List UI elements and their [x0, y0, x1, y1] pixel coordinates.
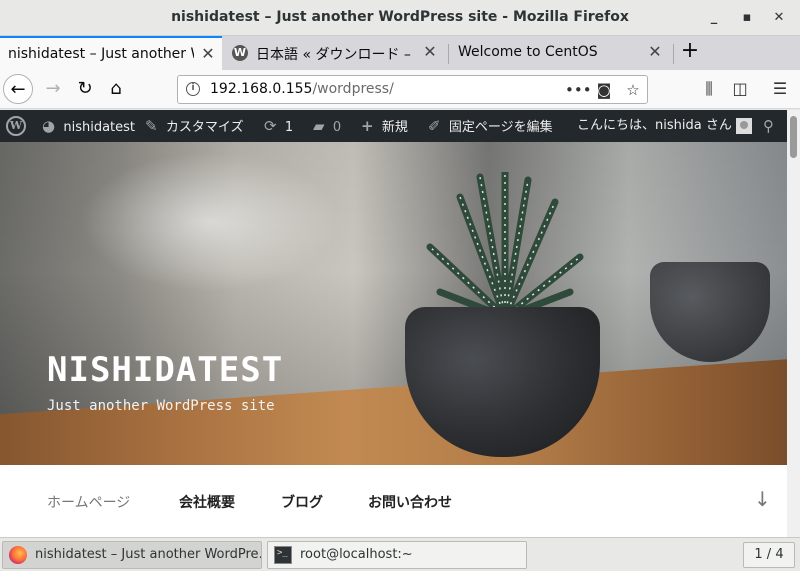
library-icon[interactable]: ⫼: [698, 78, 720, 100]
dashboard-icon: ◕: [42, 117, 56, 135]
url-host: 192.168.0.155: [210, 81, 313, 97]
back-button[interactable]: ←: [3, 74, 33, 104]
updates-count: 1: [284, 120, 294, 135]
site-tagline: Just another WordPress site: [47, 398, 275, 414]
tab-label: Welcome to CentOS: [458, 44, 598, 60]
admin-comments[interactable]: ▰ 0: [313, 110, 341, 142]
nav-contact[interactable]: お問い合わせ: [368, 492, 452, 512]
new-tab-button[interactable]: +: [678, 40, 702, 64]
admin-my-account[interactable]: こんにちは、nishida さん: [577, 110, 752, 142]
task-label: root@localhost:~: [300, 547, 413, 562]
tab-label: 日本語 « ダウンロード –: [256, 47, 411, 63]
wordpress-icon: W: [6, 115, 26, 136]
firefox-icon: [9, 546, 27, 564]
forward-button[interactable]: →: [38, 74, 68, 104]
tab-wordpress-ja[interactable]: W 日本語 « ダウンロード – ✕: [224, 36, 446, 70]
window-titlebar: nishidatest – Just another WordPress sit…: [0, 0, 800, 36]
edit-page-label: 固定ページを編集: [448, 120, 553, 135]
tab-nishidatest[interactable]: nishidatest – Just another Wo ✕: [0, 36, 222, 70]
admin-updates[interactable]: ⟳ 1: [264, 110, 293, 142]
tab-label: nishidatest – Just another Wo: [8, 46, 194, 62]
hero-background-light: [80, 152, 340, 292]
scrollbar-thumb[interactable]: [790, 116, 797, 158]
maximize-button[interactable]: ▪: [737, 8, 757, 28]
comment-icon: ▰: [313, 117, 325, 135]
pocket-icon[interactable]: ◙: [593, 79, 615, 101]
search-icon: ⚲: [763, 117, 774, 135]
taskbar-item-firefox[interactable]: nishidatest – Just another WordPre…: [2, 541, 262, 569]
reload-button[interactable]: ↻: [70, 74, 100, 104]
minimize-button[interactable]: _: [704, 8, 724, 28]
info-icon[interactable]: i: [186, 82, 200, 96]
close-tab-icon[interactable]: ✕: [198, 44, 218, 63]
task-label: nishidatest – Just another WordPre…: [35, 547, 262, 562]
workspace-pager[interactable]: 1 / 4: [743, 542, 795, 568]
bookmark-star-icon[interactable]: ☆: [622, 79, 644, 101]
taskbar: nishidatest – Just another WordPre… root…: [0, 537, 800, 571]
url-path: /wordpress/: [312, 81, 394, 97]
wp-logo-menu[interactable]: W: [6, 110, 26, 142]
hero-background-pot: [650, 262, 770, 362]
close-window-button[interactable]: ✕: [769, 8, 789, 28]
terminal-icon: [274, 542, 292, 566]
home-button[interactable]: ⌂: [101, 74, 131, 104]
greeting-label: こんにちは、nishida さん: [577, 118, 732, 133]
page-actions-icon[interactable]: •••: [565, 79, 592, 101]
nav-company[interactable]: 会社概要: [179, 492, 235, 512]
site-name-label: nishidatest: [63, 120, 136, 135]
admin-search[interactable]: ⚲: [763, 110, 774, 142]
nav-toolbar: ← → ↻ ⌂ i 192.168.0.155/wordpress/ ••• ◙…: [0, 70, 800, 109]
url-text[interactable]: 192.168.0.155/wordpress/: [210, 81, 394, 97]
tab-centos[interactable]: Welcome to CentOS ✕: [449, 36, 671, 70]
site-title[interactable]: NISHIDATEST: [47, 350, 283, 390]
pencil-icon: ✐: [428, 117, 441, 135]
close-tab-icon[interactable]: ✕: [645, 42, 665, 61]
taskbar-item-terminal[interactable]: root@localhost:~: [267, 541, 527, 569]
nav-blog[interactable]: ブログ: [281, 492, 323, 512]
admin-site-name[interactable]: ◕ nishidatest: [42, 110, 135, 142]
window-title: nishidatest – Just another WordPress sit…: [171, 9, 629, 25]
avatar: [735, 117, 752, 134]
tab-separator: [673, 44, 674, 64]
hero-header: NISHIDATEST Just another WordPress site: [0, 142, 787, 465]
updates-icon: ⟳: [264, 117, 277, 135]
menu-icon[interactable]: ☰: [769, 78, 791, 100]
admin-edit-page[interactable]: ✐ 固定ページを編集: [428, 110, 553, 142]
plus-icon: +: [361, 117, 374, 135]
site-navigation: ホームページ 会社概要 ブログ お問い合わせ ↓: [0, 465, 787, 537]
wp-admin-bar: W ◕ nishidatest ✎ カスタマイズ ⟳ 1 ▰ 0 + 新規 ✐ …: [0, 110, 787, 142]
page-scrollbar[interactable]: [787, 110, 800, 537]
admin-customize[interactable]: ✎ カスタマイズ: [145, 110, 243, 142]
hero-succulent: [426, 172, 584, 321]
customize-label: カスタマイズ: [165, 120, 244, 135]
url-bar[interactable]: i 192.168.0.155/wordpress/ ••• ◙ ☆: [177, 75, 648, 104]
arrow-down-icon[interactable]: ↓: [754, 487, 771, 511]
close-tab-icon[interactable]: ✕: [420, 42, 440, 61]
sidebar-icon[interactable]: ◫: [729, 78, 751, 100]
wordpress-icon: W: [232, 45, 248, 61]
new-label: 新規: [381, 120, 408, 135]
brush-icon: ✎: [145, 117, 158, 135]
admin-new[interactable]: + 新規: [361, 110, 408, 142]
comments-count: 0: [332, 120, 342, 135]
nav-home[interactable]: ホームページ: [47, 492, 130, 512]
